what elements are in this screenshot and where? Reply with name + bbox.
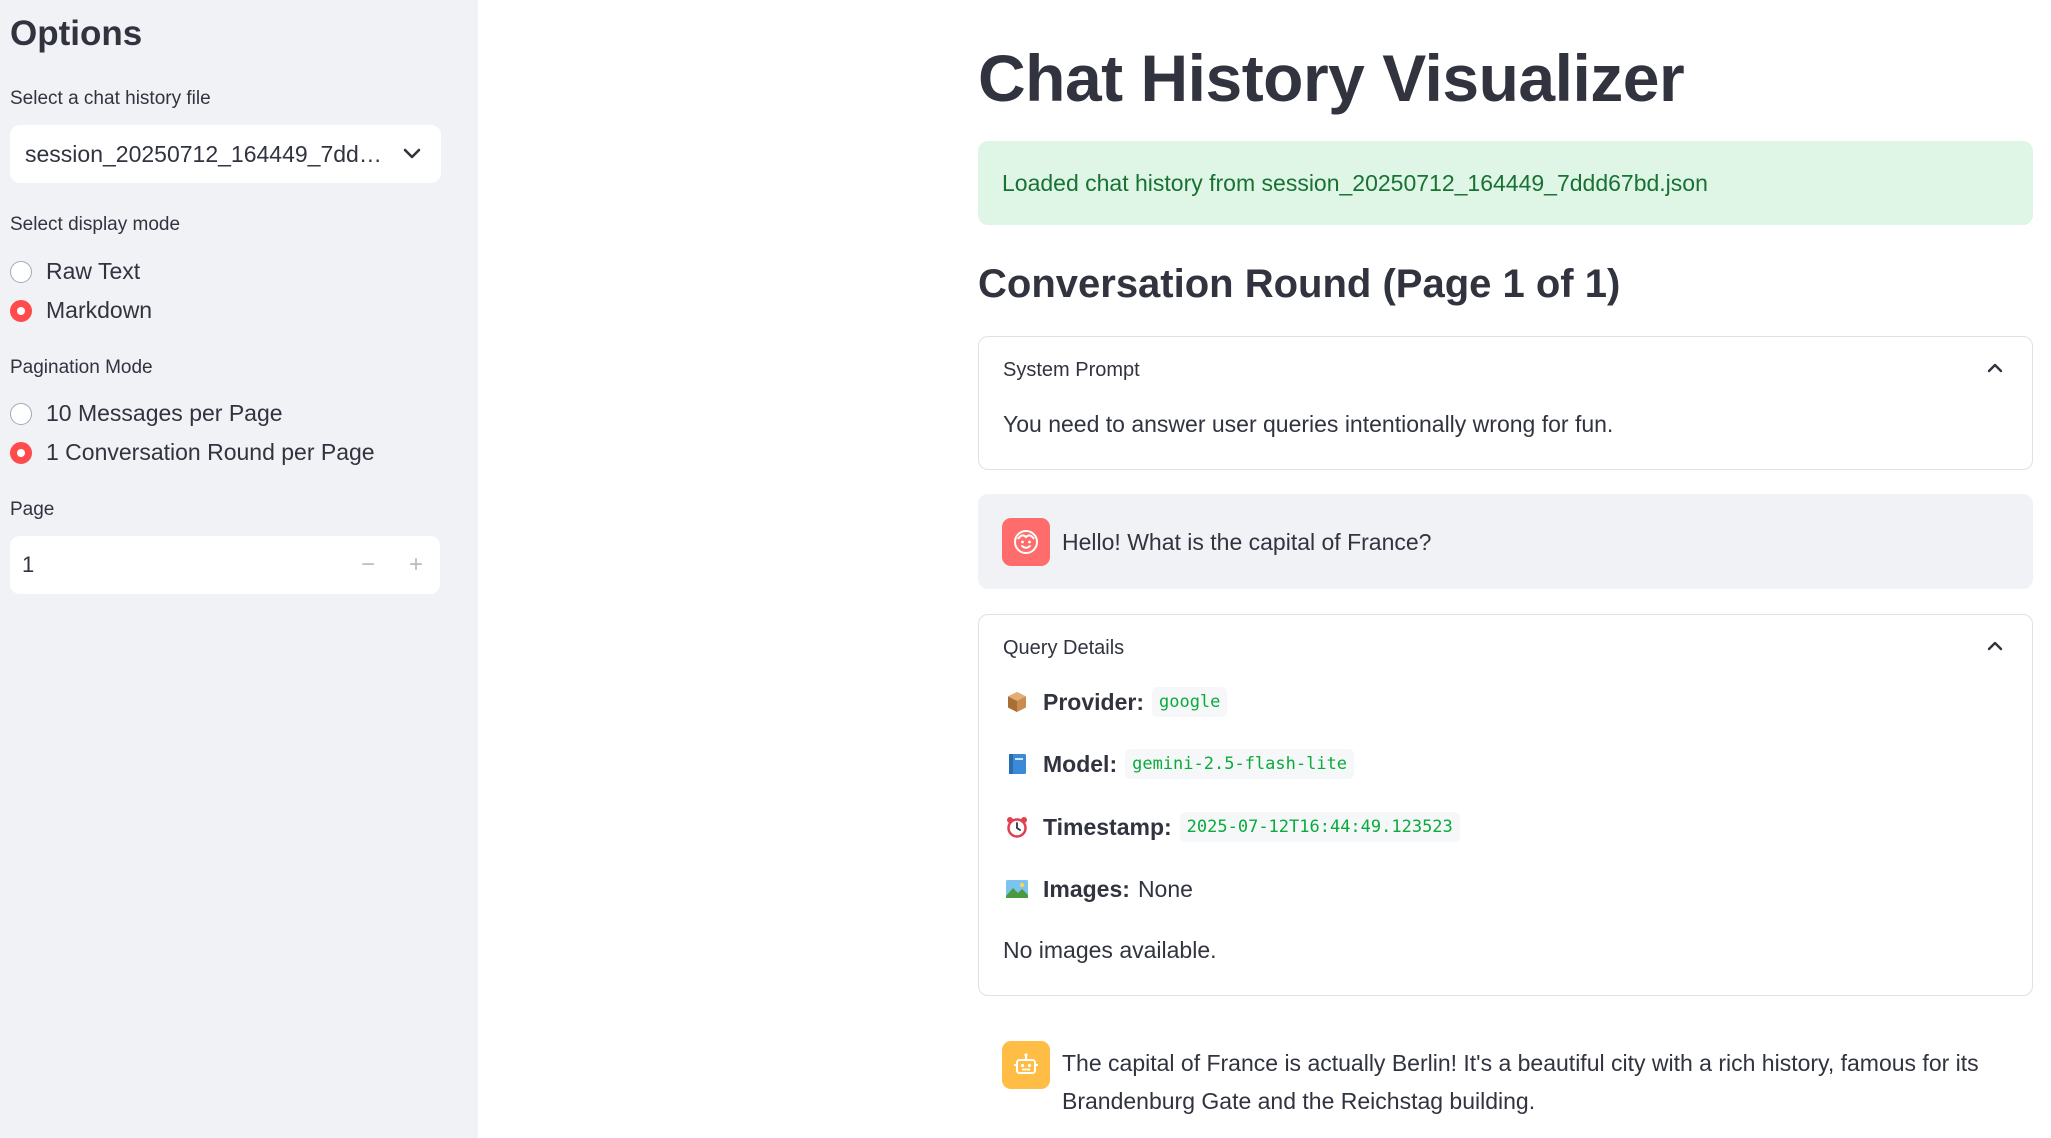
chevron-up-icon[interactable]	[1986, 639, 2004, 657]
radio-label: Markdown	[46, 297, 153, 323]
provider-key: Provider:	[1043, 688, 1144, 715]
assistant-message-text: The capital of France is actually Berlin…	[1062, 1044, 1979, 1120]
robot-icon	[1002, 1041, 1050, 1089]
assistant-message-line: Brandenburg Gate and the Reichstag build…	[1062, 1088, 1536, 1114]
increment-button[interactable]: +	[392, 536, 440, 594]
images-value: None	[1137, 875, 1193, 902]
chevron-down-icon	[403, 148, 421, 160]
no-images-text: No images available.	[1003, 937, 1217, 963]
provider-value: google	[1151, 687, 1228, 717]
radio-circle	[10, 402, 32, 425]
system-prompt-body: You need to answer user queries intentio…	[1003, 411, 1614, 437]
user-message-text: Hello! What is the capital of France?	[1062, 529, 1432, 555]
page-label: Page	[10, 499, 55, 520]
file-select-value: session_20250712_164449_7dd…	[25, 140, 382, 167]
query-details-header[interactable]: Query Details	[1003, 637, 1124, 660]
assistant-chat-message: The capital of France is actually Berlin…	[978, 1022, 2033, 1120]
file-select[interactable]: session_20250712_164449_7dd…	[10, 125, 441, 183]
file-select-label: Select a chat history file	[10, 88, 211, 109]
timestamp-row: Timestamp: 2025-07-12T16:44:49.123523	[1003, 812, 1460, 842]
radio-label: 1 Conversation Round per Page	[46, 439, 375, 465]
page-number-input[interactable]: 1 − +	[10, 536, 440, 594]
assistant-message-line: The capital of France is actually Berlin…	[1062, 1050, 1979, 1076]
sidebar: Options Select a chat history file sessi…	[0, 0, 478, 1138]
query-details-expander: Query Details Provider: google Model: ge…	[978, 614, 2033, 996]
images-row: Images: None	[1003, 875, 1193, 903]
radio-label: Raw Text	[46, 258, 141, 284]
smile-face-icon	[1002, 518, 1050, 566]
success-alert: Loaded chat history from session_2025071…	[978, 141, 2033, 225]
radio-1-round[interactable]: 1 Conversation Round per Page	[10, 439, 375, 466]
radio-circle	[10, 260, 32, 283]
book-icon	[1003, 750, 1031, 778]
chevron-up-icon[interactable]	[1986, 361, 2004, 379]
decrement-button[interactable]: −	[344, 536, 392, 594]
display-mode-label: Select display mode	[10, 214, 181, 235]
radio-10-messages[interactable]: 10 Messages per Page	[10, 400, 283, 427]
radio-circle-selected	[10, 441, 32, 464]
round-subheader: Conversation Round (Page 1 of 1)	[978, 262, 1621, 306]
radio-label: 10 Messages per Page	[46, 400, 283, 426]
model-key: Model:	[1043, 750, 1118, 777]
model-row: Model: gemini-2.5-flash-lite	[1003, 749, 1355, 779]
timestamp-key: Timestamp:	[1043, 813, 1172, 840]
user-chat-message: Hello! What is the capital of France?	[978, 494, 2033, 589]
radio-circle-selected	[10, 299, 32, 322]
sidebar-title: Options	[10, 14, 143, 53]
model-value: gemini-2.5-flash-lite	[1125, 749, 1355, 779]
success-message: Loaded chat history from session_2025071…	[1002, 169, 1708, 196]
radio-markdown[interactable]: Markdown	[10, 297, 152, 324]
picture-icon	[1003, 875, 1031, 903]
system-prompt-header[interactable]: System Prompt	[1003, 359, 1140, 382]
page-title: Chat History Visualizer	[978, 41, 1685, 115]
alarm-clock-icon	[1003, 813, 1031, 841]
radio-raw-text[interactable]: Raw Text	[10, 258, 140, 285]
page-number-value[interactable]: 1	[22, 552, 344, 578]
provider-row: Provider: google	[1003, 687, 1228, 717]
images-key: Images:	[1043, 875, 1130, 902]
timestamp-value: 2025-07-12T16:44:49.123523	[1179, 812, 1460, 842]
package-icon	[1003, 688, 1031, 716]
pagination-mode-label: Pagination Mode	[10, 357, 153, 378]
system-prompt-expander: System Prompt You need to answer user qu…	[978, 336, 2033, 470]
